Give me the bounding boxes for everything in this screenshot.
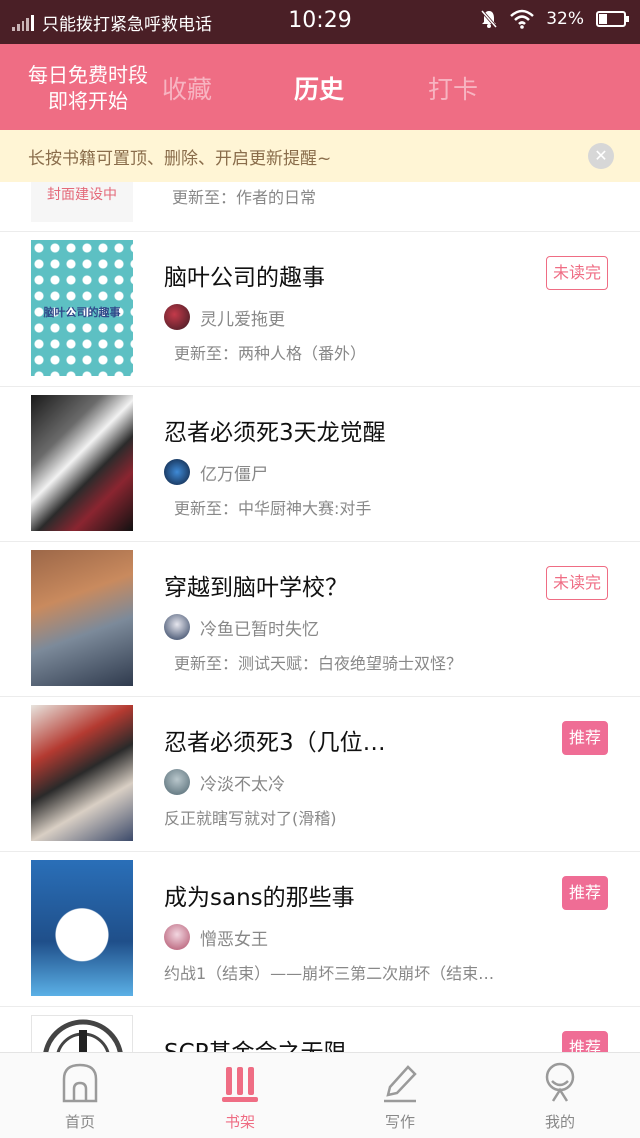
list-item[interactable]: 脑叶公司的趣事 脑叶公司的趣事 灵儿爱拖更 更新至：两种人格（番外） 未读完 xyxy=(0,232,640,387)
nav-home[interactable]: 首页 xyxy=(40,1061,120,1132)
tab-favorites[interactable]: 收藏 xyxy=(162,70,212,106)
book-author: 憎恶女王 xyxy=(164,924,268,950)
unread-badge: 未读完 xyxy=(545,256,608,290)
avatar xyxy=(164,459,190,485)
book-cover: 脑叶公司的趣事 xyxy=(31,240,133,376)
mute-bell-icon xyxy=(481,10,498,28)
book-update: 更新至：作者的日常 xyxy=(172,188,317,207)
nav-write[interactable]: 写作 xyxy=(360,1061,440,1132)
battery-icon xyxy=(596,11,629,27)
nav-label: 首页 xyxy=(64,1113,95,1131)
wifi-icon xyxy=(510,9,535,29)
author-name: 亿万僵尸 xyxy=(200,464,268,485)
nav-label: 写作 xyxy=(384,1113,415,1131)
tip-banner: 长按书籍可置顶、删除、开启更新提醒~ ✕ xyxy=(0,130,640,182)
recommend-badge: 推荐 xyxy=(561,721,608,755)
recommend-badge: 推荐 xyxy=(561,1031,608,1052)
book-author: 冷淡不太冷 xyxy=(164,769,285,795)
book-cover xyxy=(31,1015,133,1052)
book-title: SCP基金会之无限 xyxy=(164,1033,347,1052)
promo-line-1: 每日免费时段 xyxy=(28,63,148,87)
bottom-nav: 首页 书架 写作 我的 xyxy=(0,1052,640,1138)
book-title: 忍者必须死3（几位… xyxy=(164,730,386,756)
author-name: 灵儿爱拖更 xyxy=(200,309,285,330)
profile-icon xyxy=(545,1062,575,1102)
book-update: 更新至：中华厨神大赛:对手 xyxy=(174,499,372,518)
battery-fill xyxy=(599,14,607,24)
nav-label: 我的 xyxy=(544,1113,575,1131)
book-title: 穿越到脑叶学校？ xyxy=(164,575,348,601)
nav-bookshelf[interactable]: 书架 xyxy=(200,1061,280,1132)
avatar xyxy=(164,614,190,640)
book-cover: 封面建设中 xyxy=(31,182,133,222)
unread-badge: 未读完 xyxy=(545,566,608,600)
free-time-promo[interactable]: 每日免费时段 即将开始 xyxy=(14,62,162,114)
pen-icon xyxy=(384,1065,417,1103)
book-author: 冷鱼已暂时失忆 xyxy=(164,614,319,640)
cover-title: 脑叶公司的趣事 xyxy=(43,306,121,319)
book-cover xyxy=(31,395,133,531)
list-item[interactable]: 忍者必须死3（几位… 冷淡不太冷 反正就瞎写就对了(滑稽) 推荐 xyxy=(0,697,640,852)
status-right: 32% xyxy=(480,9,629,29)
book-list: 封面建设中 更新至：作者的日常 脑叶公司的趣事 脑叶公司的趣事 灵儿爱拖更 更新… xyxy=(0,182,640,1052)
tab-history[interactable]: 历史 xyxy=(294,70,344,106)
avatar xyxy=(164,769,190,795)
book-title: 脑叶公司的趣事 xyxy=(164,265,325,291)
author-name: 冷鱼已暂时失忆 xyxy=(200,619,319,640)
header: 每日免费时段 即将开始 收藏 历史 打卡 xyxy=(0,44,640,130)
book-author: 亿万僵尸 xyxy=(164,459,268,485)
status-bar: 只能拨打紧急呼救电话 10:29 32% xyxy=(0,0,640,44)
book-title: 忍者必须死3天龙觉醒 xyxy=(164,420,386,446)
list-item[interactable]: 穿越到脑叶学校？ 冷鱼已暂时失忆 更新至：测试天赋：白夜绝望骑士双怪？ 未读完 xyxy=(0,542,640,697)
list-item[interactable]: 忍者必须死3天龙觉醒 亿万僵尸 更新至：中华厨神大赛:对手 xyxy=(0,387,640,542)
book-title: 成为sans的那些事 xyxy=(164,885,355,911)
bookshelf-icon xyxy=(222,1067,258,1102)
author-name: 冷淡不太冷 xyxy=(200,774,285,795)
scp-logo-icon xyxy=(43,1019,123,1052)
list-item[interactable]: 成为sans的那些事 憎恶女王 约战1（结束）——崩坏三第二次崩坏（结束… 推荐 xyxy=(0,852,640,1007)
avatar xyxy=(164,924,190,950)
book-cover xyxy=(31,860,133,996)
home-icon xyxy=(62,1063,98,1103)
author-name: 憎恶女王 xyxy=(200,929,268,950)
tab-check-in[interactable]: 打卡 xyxy=(428,70,478,106)
book-update: 更新至：两种人格（番外） xyxy=(174,344,367,363)
promo-line-2: 即将开始 xyxy=(48,89,128,113)
list-item[interactable]: 封面建设中 更新至：作者的日常 xyxy=(0,182,640,232)
list-item[interactable]: SCP基金会之无限 推荐 xyxy=(0,1007,640,1052)
nav-label: 书架 xyxy=(224,1113,255,1131)
recommend-badge: 推荐 xyxy=(561,876,608,910)
book-author: 灵儿爱拖更 xyxy=(164,304,285,330)
avatar xyxy=(164,304,190,330)
nav-profile[interactable]: 我的 xyxy=(520,1061,600,1132)
book-update: 更新至：测试天赋：白夜绝望骑士双怪？ xyxy=(174,654,463,673)
book-update: 反正就瞎写就对了(滑稽) xyxy=(164,809,337,828)
book-update: 约战1（结束）——崩坏三第二次崩坏（结束… xyxy=(164,964,495,983)
battery-percent: 32% xyxy=(546,9,584,29)
book-cover xyxy=(31,550,133,686)
close-icon[interactable]: ✕ xyxy=(588,143,614,169)
book-cover xyxy=(31,705,133,841)
tip-text: 长按书籍可置顶、删除、开启更新提醒~ xyxy=(28,149,332,169)
